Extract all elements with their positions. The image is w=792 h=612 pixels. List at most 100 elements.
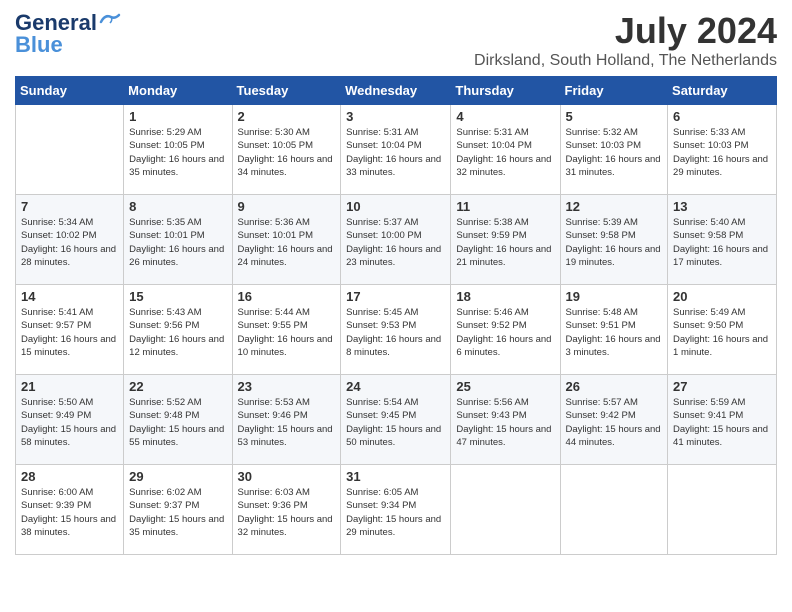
week-row-4: 21 Sunrise: 5:50 AM Sunset: 9:49 PM Dayli… bbox=[16, 375, 777, 465]
title-area: July 2024 Dirksland, South Holland, The … bbox=[474, 10, 777, 70]
calendar-cell: 16Sunrise: 5:44 AM Sunset: 9:55 PM Dayli… bbox=[232, 285, 341, 375]
weekday-header-sunday: Sunday bbox=[16, 77, 124, 105]
day-info: Sunrise: 5:34 AM Sunset: 10:02 PM Daylig… bbox=[21, 216, 118, 269]
calendar-cell: 28 Sunrise: 6:00 AM Sunset: 9:39 PM Dayli… bbox=[16, 465, 124, 555]
day-number: 8 bbox=[129, 199, 226, 214]
day-info: Sunrise: 5:52 AM Sunset: 9:48 PM Dayligh… bbox=[129, 396, 226, 449]
calendar-cell bbox=[668, 465, 777, 555]
day-number: 15 bbox=[129, 289, 226, 304]
calendar-cell bbox=[451, 465, 560, 555]
weekday-header-tuesday: Tuesday bbox=[232, 77, 341, 105]
calendar-cell: 9 Sunrise: 5:36 AM Sunset: 10:01 PM Dayli… bbox=[232, 195, 341, 285]
day-info: Sunrise: 5:30 AM Sunset: 10:05 PM Daylig… bbox=[238, 126, 336, 179]
day-info: Sunrise: 5:29 AM Sunset: 10:05 PM Daylig… bbox=[129, 126, 226, 179]
month-title: July 2024 bbox=[474, 10, 777, 52]
day-number: 12 bbox=[566, 199, 663, 214]
calendar-cell: 1 Sunrise: 5:29 AM Sunset: 10:05 PM Dayli… bbox=[124, 105, 232, 195]
day-number: 28 bbox=[21, 469, 118, 484]
calendar-cell: 19Sunrise: 5:48 AM Sunset: 9:51 PM Dayli… bbox=[560, 285, 668, 375]
day-number: 7 bbox=[21, 199, 118, 214]
day-info: Sunrise: 5:57 AM Sunset: 9:42 PM Dayligh… bbox=[566, 396, 663, 449]
day-number: 18 bbox=[456, 289, 554, 304]
header-row: SundayMondayTuesdayWednesdayThursdayFrid… bbox=[16, 77, 777, 105]
day-info: Sunrise: 6:00 AM Sunset: 9:39 PM Dayligh… bbox=[21, 486, 118, 539]
day-info: Sunrise: 6:02 AM Sunset: 9:37 PM Dayligh… bbox=[129, 486, 226, 539]
day-info: Sunrise: 5:54 AM Sunset: 9:45 PM Dayligh… bbox=[346, 396, 445, 449]
calendar-cell: 5Sunrise: 5:32 AM Sunset: 10:03 PM Dayli… bbox=[560, 105, 668, 195]
calendar-cell: 12 Sunrise: 5:39 AM Sunset: 9:58 PM Dayli… bbox=[560, 195, 668, 285]
day-info: Sunrise: 5:45 AM Sunset: 9:53 PM Dayligh… bbox=[346, 306, 445, 359]
calendar-table: SundayMondayTuesdayWednesdayThursdayFrid… bbox=[15, 76, 777, 555]
day-info: Sunrise: 5:50 AM Sunset: 9:49 PM Dayligh… bbox=[21, 396, 118, 449]
day-info: Sunrise: 5:39 AM Sunset: 9:58 PM Dayligh… bbox=[566, 216, 663, 269]
page-header: General Blue July 2024 Dirksland, South … bbox=[15, 10, 777, 70]
day-info: Sunrise: 5:38 AM Sunset: 9:59 PM Dayligh… bbox=[456, 216, 554, 269]
day-info: Sunrise: 5:32 AM Sunset: 10:03 PM Daylig… bbox=[566, 126, 663, 179]
day-number: 14 bbox=[21, 289, 118, 304]
calendar-cell: 21 Sunrise: 5:50 AM Sunset: 9:49 PM Dayli… bbox=[16, 375, 124, 465]
day-number: 19 bbox=[566, 289, 663, 304]
calendar-cell: 30Sunrise: 6:03 AM Sunset: 9:36 PM Dayli… bbox=[232, 465, 341, 555]
calendar-cell: 7 Sunrise: 5:34 AM Sunset: 10:02 PM Dayli… bbox=[16, 195, 124, 285]
calendar-cell: 4Sunrise: 5:31 AM Sunset: 10:04 PM Dayli… bbox=[451, 105, 560, 195]
day-info: Sunrise: 5:49 AM Sunset: 9:50 PM Dayligh… bbox=[673, 306, 771, 359]
week-row-3: 14 Sunrise: 5:41 AM Sunset: 9:57 PM Dayli… bbox=[16, 285, 777, 375]
day-number: 27 bbox=[673, 379, 771, 394]
weekday-header-thursday: Thursday bbox=[451, 77, 560, 105]
day-number: 20 bbox=[673, 289, 771, 304]
day-number: 1 bbox=[129, 109, 226, 124]
day-info: Sunrise: 5:31 AM Sunset: 10:04 PM Daylig… bbox=[346, 126, 445, 179]
day-info: Sunrise: 5:59 AM Sunset: 9:41 PM Dayligh… bbox=[673, 396, 771, 449]
calendar-cell: 26 Sunrise: 5:57 AM Sunset: 9:42 PM Dayli… bbox=[560, 375, 668, 465]
day-number: 22 bbox=[129, 379, 226, 394]
day-info: Sunrise: 5:33 AM Sunset: 10:03 PM Daylig… bbox=[673, 126, 771, 179]
day-number: 6 bbox=[673, 109, 771, 124]
day-info: Sunrise: 5:41 AM Sunset: 9:57 PM Dayligh… bbox=[21, 306, 118, 359]
day-number: 31 bbox=[346, 469, 445, 484]
calendar-cell: 23 Sunrise: 5:53 AM Sunset: 9:46 PM Dayli… bbox=[232, 375, 341, 465]
calendar-cell: 11 Sunrise: 5:38 AM Sunset: 9:59 PM Dayli… bbox=[451, 195, 560, 285]
weekday-header-saturday: Saturday bbox=[668, 77, 777, 105]
day-number: 26 bbox=[566, 379, 663, 394]
calendar-cell: 10 Sunrise: 5:37 AM Sunset: 10:00 PM Dayl… bbox=[341, 195, 451, 285]
day-info: Sunrise: 5:37 AM Sunset: 10:00 PM Daylig… bbox=[346, 216, 445, 269]
calendar-cell: 31 Sunrise: 6:05 AM Sunset: 9:34 PM Dayli… bbox=[341, 465, 451, 555]
day-number: 4 bbox=[456, 109, 554, 124]
calendar-cell: 2 Sunrise: 5:30 AM Sunset: 10:05 PM Dayli… bbox=[232, 105, 341, 195]
day-info: Sunrise: 5:36 AM Sunset: 10:01 PM Daylig… bbox=[238, 216, 336, 269]
day-number: 24 bbox=[346, 379, 445, 394]
day-number: 2 bbox=[238, 109, 336, 124]
day-info: Sunrise: 5:43 AM Sunset: 9:56 PM Dayligh… bbox=[129, 306, 226, 359]
day-number: 3 bbox=[346, 109, 445, 124]
day-number: 17 bbox=[346, 289, 445, 304]
day-number: 11 bbox=[456, 199, 554, 214]
calendar-cell: 3 Sunrise: 5:31 AM Sunset: 10:04 PM Dayli… bbox=[341, 105, 451, 195]
day-info: Sunrise: 5:53 AM Sunset: 9:46 PM Dayligh… bbox=[238, 396, 336, 449]
day-number: 16 bbox=[238, 289, 336, 304]
day-number: 10 bbox=[346, 199, 445, 214]
day-info: Sunrise: 6:03 AM Sunset: 9:36 PM Dayligh… bbox=[238, 486, 336, 539]
day-number: 9 bbox=[238, 199, 336, 214]
day-info: Sunrise: 5:46 AM Sunset: 9:52 PM Dayligh… bbox=[456, 306, 554, 359]
calendar-cell: 22 Sunrise: 5:52 AM Sunset: 9:48 PM Dayli… bbox=[124, 375, 232, 465]
calendar-cell: 24 Sunrise: 5:54 AM Sunset: 9:45 PM Dayli… bbox=[341, 375, 451, 465]
calendar-cell: 18 Sunrise: 5:46 AM Sunset: 9:52 PM Dayli… bbox=[451, 285, 560, 375]
weekday-header-wednesday: Wednesday bbox=[341, 77, 451, 105]
calendar-cell: 25Sunrise: 5:56 AM Sunset: 9:43 PM Dayli… bbox=[451, 375, 560, 465]
calendar-cell: 13 Sunrise: 5:40 AM Sunset: 9:58 PM Dayli… bbox=[668, 195, 777, 285]
calendar-cell: 14 Sunrise: 5:41 AM Sunset: 9:57 PM Dayli… bbox=[16, 285, 124, 375]
logo: General Blue bbox=[15, 10, 121, 58]
day-info: Sunrise: 5:40 AM Sunset: 9:58 PM Dayligh… bbox=[673, 216, 771, 269]
day-number: 21 bbox=[21, 379, 118, 394]
calendar-cell: 8 Sunrise: 5:35 AM Sunset: 10:01 PM Dayli… bbox=[124, 195, 232, 285]
calendar-cell bbox=[16, 105, 124, 195]
day-number: 13 bbox=[673, 199, 771, 214]
calendar-cell: 17 Sunrise: 5:45 AM Sunset: 9:53 PM Dayli… bbox=[341, 285, 451, 375]
day-number: 23 bbox=[238, 379, 336, 394]
weekday-header-friday: Friday bbox=[560, 77, 668, 105]
day-info: Sunrise: 6:05 AM Sunset: 9:34 PM Dayligh… bbox=[346, 486, 445, 539]
day-info: Sunrise: 5:35 AM Sunset: 10:01 PM Daylig… bbox=[129, 216, 226, 269]
calendar-cell bbox=[560, 465, 668, 555]
calendar-cell: 15 Sunrise: 5:43 AM Sunset: 9:56 PM Dayli… bbox=[124, 285, 232, 375]
week-row-1: 1 Sunrise: 5:29 AM Sunset: 10:05 PM Dayli… bbox=[16, 105, 777, 195]
